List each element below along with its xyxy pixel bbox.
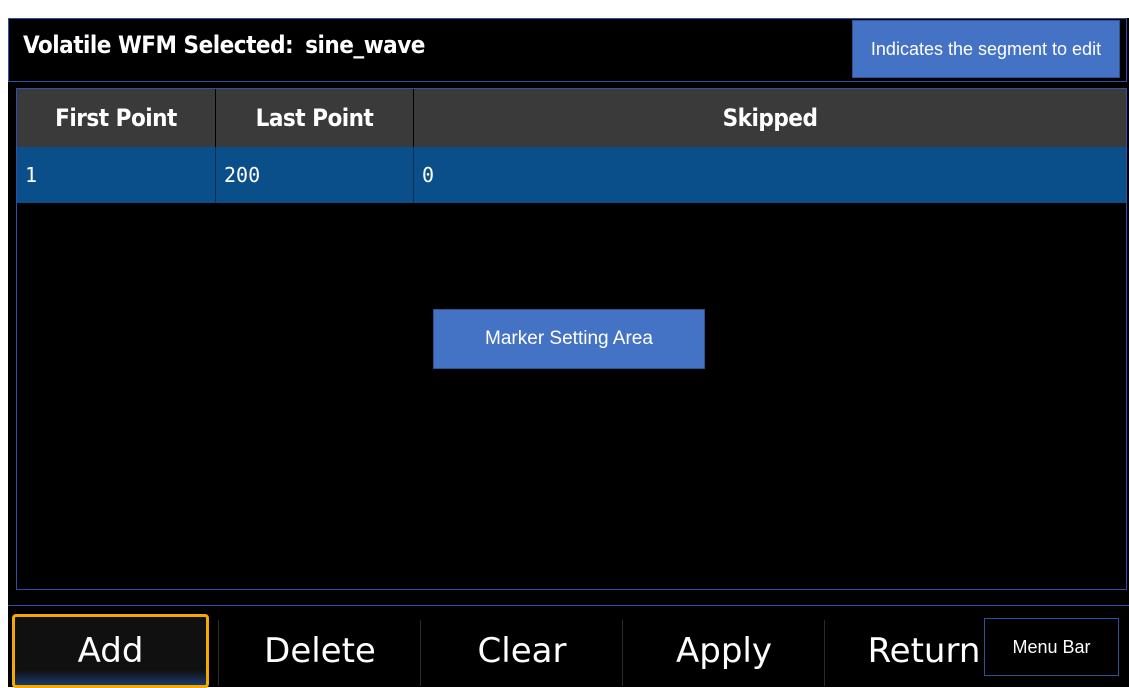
menu-separator [622, 620, 623, 686]
waveform-name: sine_wave [305, 31, 425, 59]
waveform-label: Volatile WFM Selected: [23, 31, 294, 59]
column-header-skipped: Skipped [722, 104, 818, 132]
cell-last-point[interactable]: 200 [216, 147, 414, 203]
table-row[interactable]: 1 200 0 [17, 147, 1126, 203]
waveform-title: Volatile WFM Selected: sine_wave [23, 31, 425, 59]
clear-button[interactable]: Clear [422, 614, 622, 688]
menu-separator [218, 620, 219, 686]
return-button[interactable]: Return [844, 614, 1004, 688]
menu-separator [420, 620, 421, 686]
apply-button[interactable]: Apply [624, 614, 824, 688]
table-header: First Point Last Point Skipped [17, 89, 1126, 147]
segment-callout: Indicates the segment to edit [852, 20, 1120, 78]
menu-bar-callout: Menu Bar [984, 618, 1119, 676]
add-button[interactable]: Add [12, 614, 209, 688]
cell-first-point[interactable]: 1 [17, 147, 216, 203]
delete-button[interactable]: Delete [220, 614, 420, 688]
column-header-last-point: Last Point [216, 89, 414, 147]
cell-skipped[interactable]: 0 [414, 147, 1126, 203]
marker-setting-callout: Marker Setting Area [433, 309, 705, 369]
column-header-first-point: First Point [17, 89, 216, 147]
menu-bar: Add Delete Clear Apply Return [8, 605, 1129, 688]
menu-separator [824, 620, 825, 686]
